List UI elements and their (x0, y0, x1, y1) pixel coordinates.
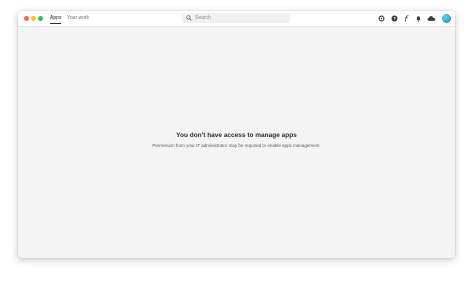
svg-text:?: ? (393, 16, 396, 21)
avatar[interactable] (442, 14, 451, 23)
search-placeholder: Search (195, 15, 211, 21)
minimize-window-button[interactable] (31, 16, 36, 21)
close-window-button[interactable] (24, 16, 29, 21)
cloud-icon[interactable] (427, 15, 436, 22)
font-f-icon[interactable] (403, 15, 410, 22)
tab-your-work[interactable]: Your work (67, 15, 89, 23)
notifications-bell-icon[interactable] (415, 15, 422, 22)
search-input[interactable]: Search (182, 13, 290, 23)
empty-state: You don't have access to manage apps Per… (18, 131, 455, 149)
fonts-icon[interactable] (378, 15, 385, 22)
empty-state-message: Permission from your IT administrator ma… (152, 143, 321, 148)
app-window: Apps Your work Search ? You don't have a… (18, 11, 455, 258)
help-icon[interactable]: ? (391, 15, 398, 22)
search-icon (186, 15, 192, 21)
title-bar: Apps Your work Search ? (18, 11, 455, 27)
empty-state-title: You don't have access to manage apps (176, 132, 297, 139)
zoom-window-button[interactable] (38, 16, 43, 21)
tab-apps[interactable]: Apps (50, 15, 62, 24)
